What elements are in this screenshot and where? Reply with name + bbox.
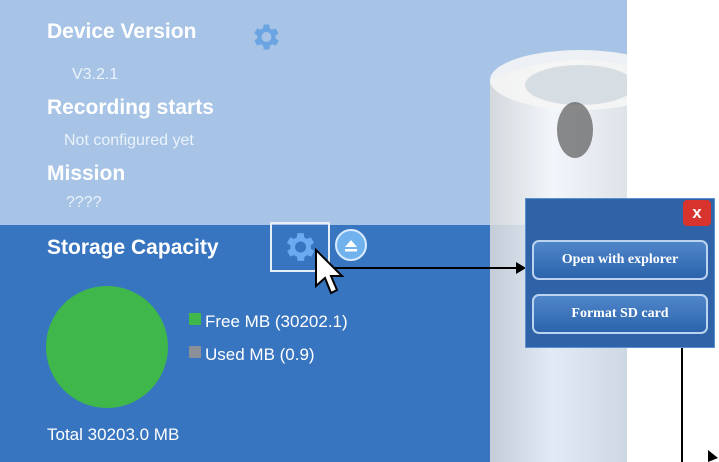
used-mb-label: Used MB (0.9) [205,345,315,364]
storage-pie-chart [46,286,168,408]
close-popup-button[interactable]: x [683,200,711,226]
recording-starts-value: Not configured yet [64,132,194,149]
gear-icon[interactable] [248,20,282,54]
mission-value: ???? [66,194,102,211]
mission-heading: Mission [47,162,126,185]
free-legend-swatch [189,313,201,325]
device-version-value: V3.2.1 [72,66,119,83]
free-mb-label: Free MB (30202.1) [205,312,348,331]
storage-capacity-heading: Storage Capacity [47,236,219,259]
device-version-heading: Device Version [47,20,197,43]
mouse-pointer-icon [315,248,345,295]
total-storage-label: Total 30203.0 MB [47,425,180,444]
format-sd-card-button[interactable]: Format SD card [532,294,708,334]
recording-starts-heading: Recording starts [47,96,214,119]
used-legend-swatch [189,346,201,358]
open-with-explorer-button[interactable]: Open with explorer [532,240,708,280]
